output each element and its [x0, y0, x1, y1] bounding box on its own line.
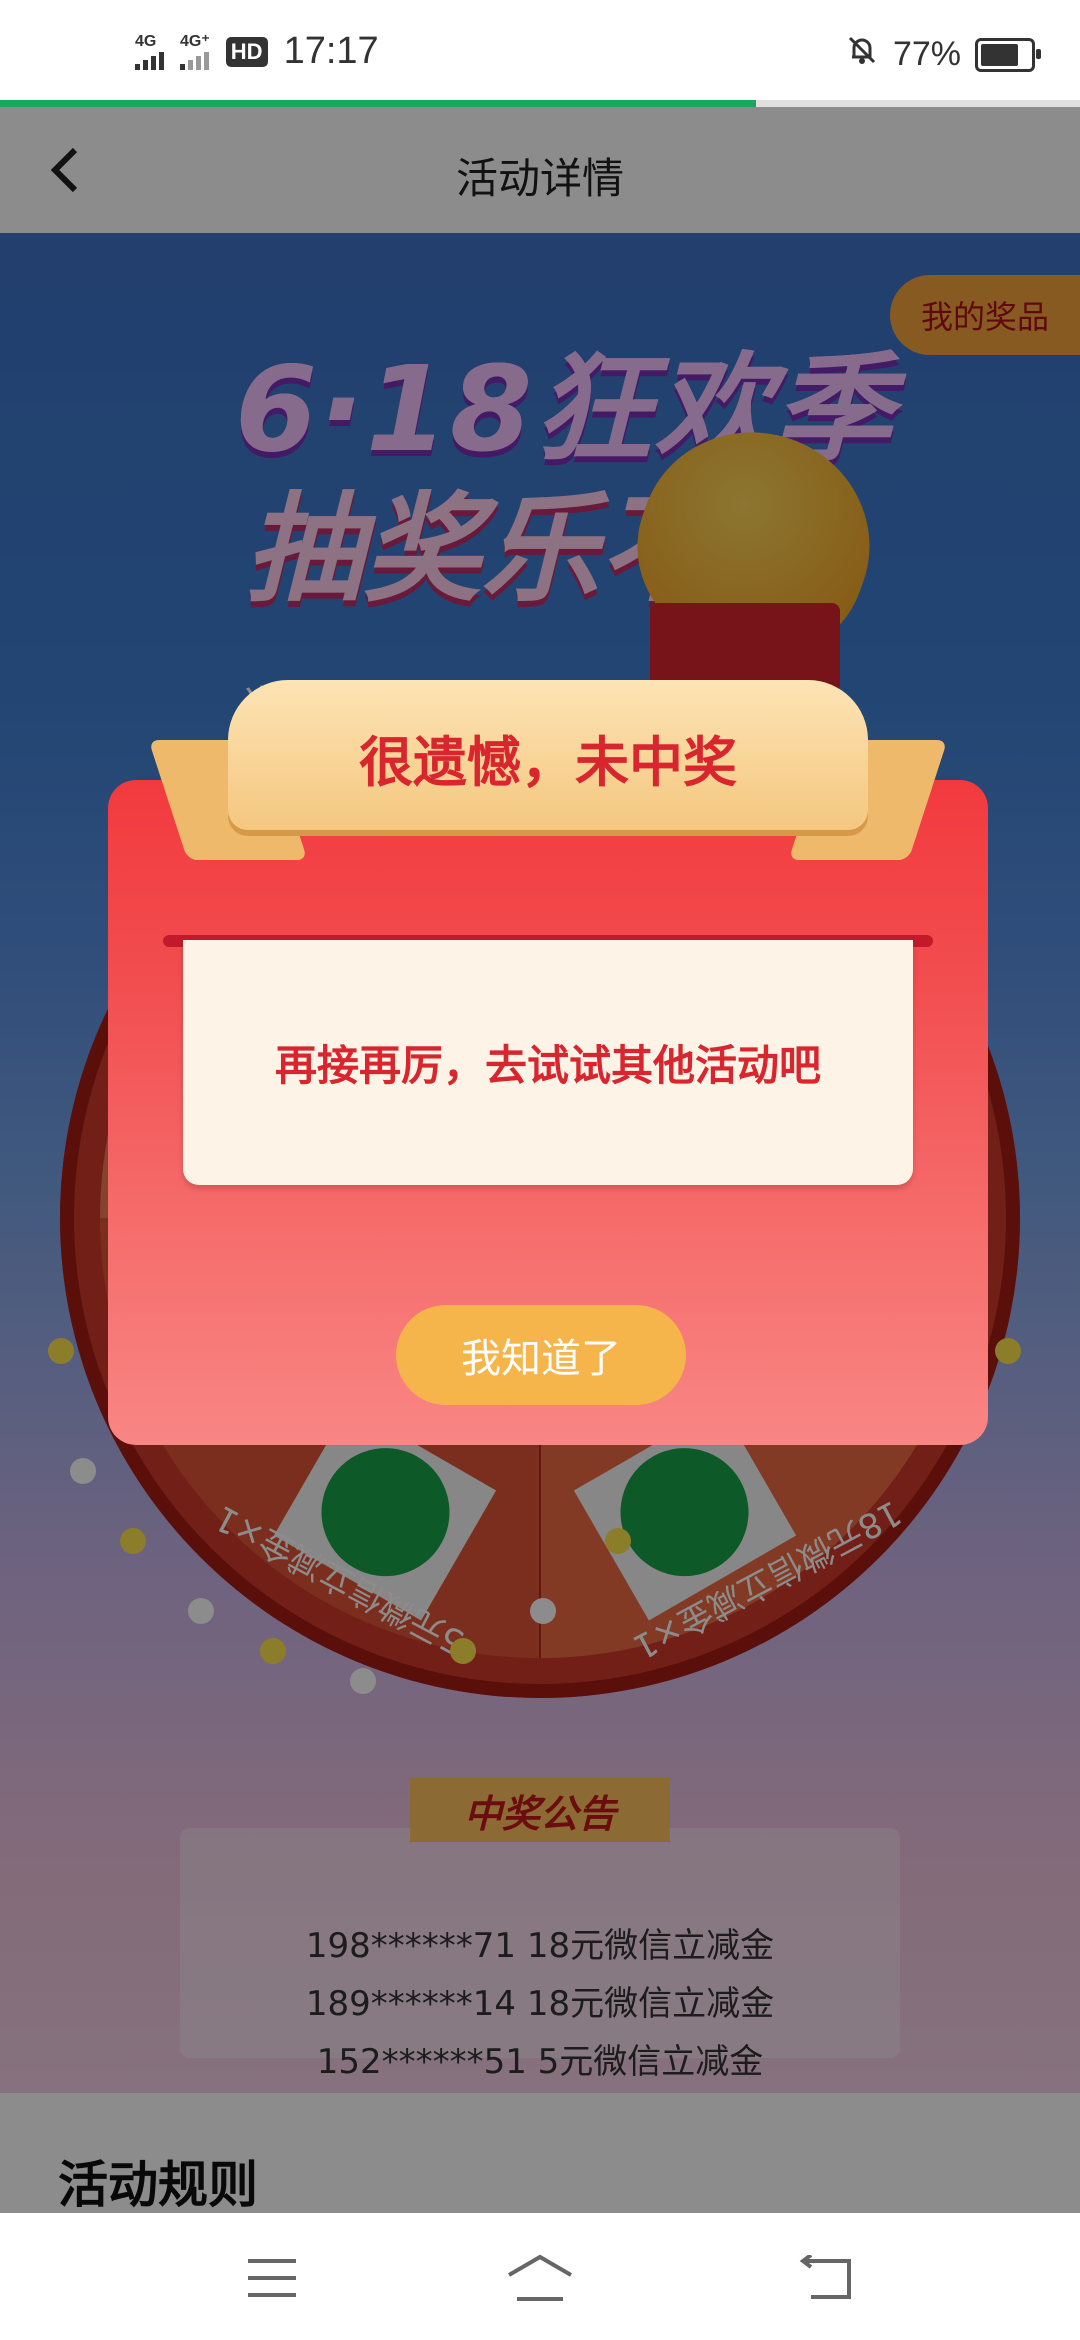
hd-voice-badge: HD	[225, 36, 268, 67]
signal-bars-icon	[180, 50, 209, 70]
signal-bars-icon	[135, 50, 164, 70]
status-left: 4G 4G⁺ HD 17:17	[135, 30, 379, 73]
home-button[interactable]	[500, 2243, 580, 2313]
network-type-1: 4G	[135, 32, 157, 50]
page-load-progress	[0, 100, 1080, 107]
battery-icon	[975, 37, 1041, 72]
status-right: 77%	[845, 33, 1041, 76]
mute-bell-icon	[845, 33, 879, 76]
dialog-message: 再接再厉，去试试其他活动吧	[274, 1041, 821, 1090]
result-dialog: 很遗憾，未中奖 再接再厉，去试试其他活动吧 我知道了	[108, 680, 988, 1445]
message-card: 再接再厉，去试试其他活动吧	[183, 940, 913, 1185]
status-bar: 4G 4G⁺ HD 17:17 77%	[0, 0, 1080, 100]
back-icon	[799, 2255, 851, 2299]
acknowledge-button[interactable]: 我知道了	[396, 1305, 686, 1405]
dialog-title: 很遗憾，未中奖	[359, 731, 737, 794]
menu-icon	[248, 2259, 296, 2297]
system-nav-bar	[0, 2213, 1080, 2340]
signal-sim1: 4G	[135, 32, 164, 70]
back-nav-button[interactable]	[785, 2243, 865, 2313]
signal-sim2: 4G⁺	[180, 32, 210, 70]
home-icon	[507, 2254, 573, 2301]
menu-button[interactable]	[232, 2243, 312, 2313]
clock: 17:17	[283, 30, 379, 72]
network-type-2: 4G⁺	[180, 32, 210, 50]
battery-percent: 77%	[892, 35, 961, 73]
